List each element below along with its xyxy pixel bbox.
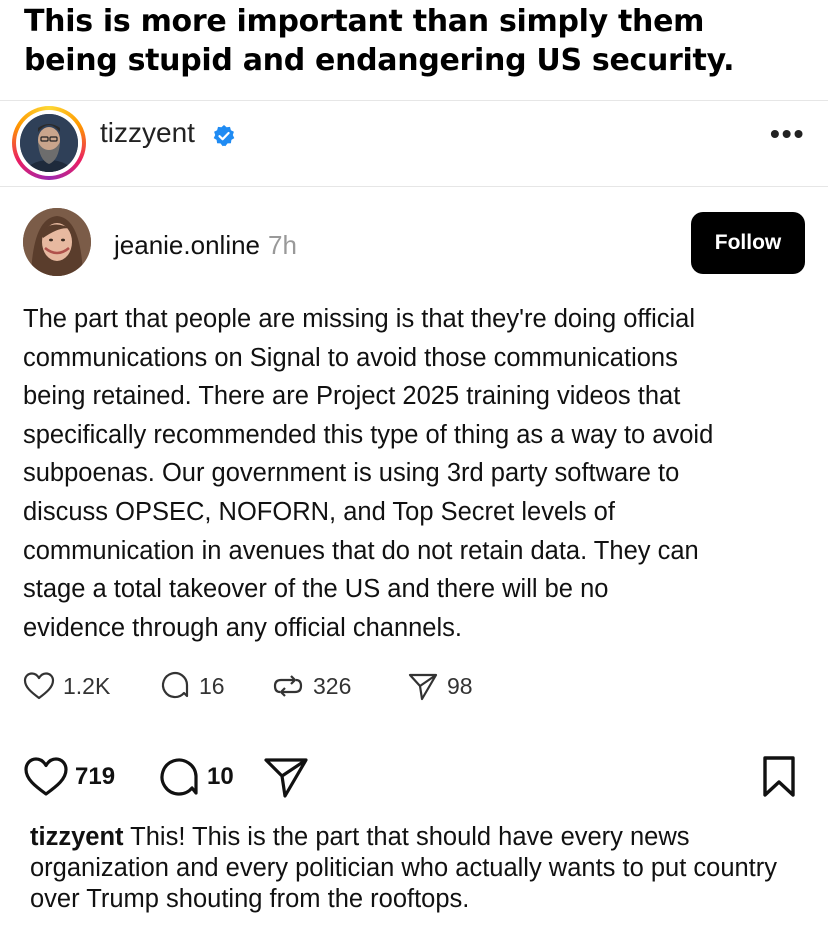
- post-avatar[interactable]: [23, 208, 91, 276]
- post-line: The part that people are missing is that…: [23, 305, 696, 333]
- post-line: evidence through any official channels.: [23, 613, 462, 642]
- repost-count: 326: [313, 672, 352, 699]
- heart-icon: [23, 672, 55, 700]
- post-username[interactable]: jeanie.online: [114, 230, 260, 260]
- header-username[interactable]: tizzyent: [100, 117, 195, 149]
- story-ring[interactable]: [12, 106, 86, 180]
- like-count: 1.2K: [63, 672, 111, 699]
- caption-text: This is more important than simply them …: [24, 2, 814, 80]
- reply-count: 16: [199, 672, 225, 699]
- post-author: jeanie.online 7h: [114, 230, 297, 261]
- reply-stat[interactable]: 16: [159, 666, 225, 706]
- comment-icon: [161, 671, 189, 699]
- post-body: The part that people are missing is that…: [23, 300, 813, 647]
- verified-badge-icon: [213, 125, 235, 147]
- post-timestamp: 7h: [268, 230, 297, 260]
- post-stats: 1.2K 16 326 98: [23, 666, 813, 706]
- post-line: being retained. There are Project 2025 t…: [23, 382, 681, 411]
- like-button[interactable]: 719: [23, 752, 115, 802]
- post-line: communication in avenues that do not ret…: [23, 536, 699, 565]
- post-header: tizzyent •••: [0, 100, 828, 186]
- instagram-actions: 719 10: [23, 752, 813, 802]
- more-options-icon[interactable]: •••: [770, 118, 805, 150]
- comment-icon: [160, 758, 198, 796]
- avatar[interactable]: [20, 114, 78, 172]
- post-line: stage a total takeover of the US and the…: [23, 575, 609, 604]
- like-stat[interactable]: 1.2K: [23, 666, 110, 706]
- comment-username[interactable]: tizzyent: [30, 823, 124, 851]
- send-icon: [264, 758, 308, 798]
- comment-count: 10: [207, 763, 234, 790]
- share-count: 98: [447, 672, 473, 699]
- post-line: discuss OPSEC, NOFORN, and Top Secret le…: [23, 497, 615, 526]
- post-line: specifically recommended this type of th…: [23, 420, 714, 449]
- post-line: subpoenas. Our government is using 3rd p…: [23, 459, 680, 488]
- like-count: 719: [75, 763, 116, 790]
- heart-icon: [24, 757, 68, 796]
- send-icon: [408, 673, 438, 701]
- bookmark-icon: [763, 756, 795, 797]
- caption-line-1: This is more important than simply them: [24, 4, 705, 39]
- follow-button[interactable]: Follow: [691, 212, 805, 274]
- post-line: communications on Signal to avoid those …: [23, 343, 678, 372]
- caption-comment: tizzyent This! This is the part that sho…: [30, 822, 790, 915]
- save-button[interactable]: [761, 752, 803, 802]
- caption-line-2: being stupid and endangering US security…: [24, 43, 735, 78]
- header-divider: [0, 186, 828, 187]
- repost-icon: [273, 675, 303, 697]
- share-button[interactable]: [263, 752, 315, 802]
- repost-stat[interactable]: 326: [271, 666, 351, 706]
- comment-button[interactable]: 10: [155, 752, 234, 802]
- comment-text: This! This is the part that should have …: [30, 823, 778, 913]
- share-stat[interactable]: 98: [407, 666, 473, 706]
